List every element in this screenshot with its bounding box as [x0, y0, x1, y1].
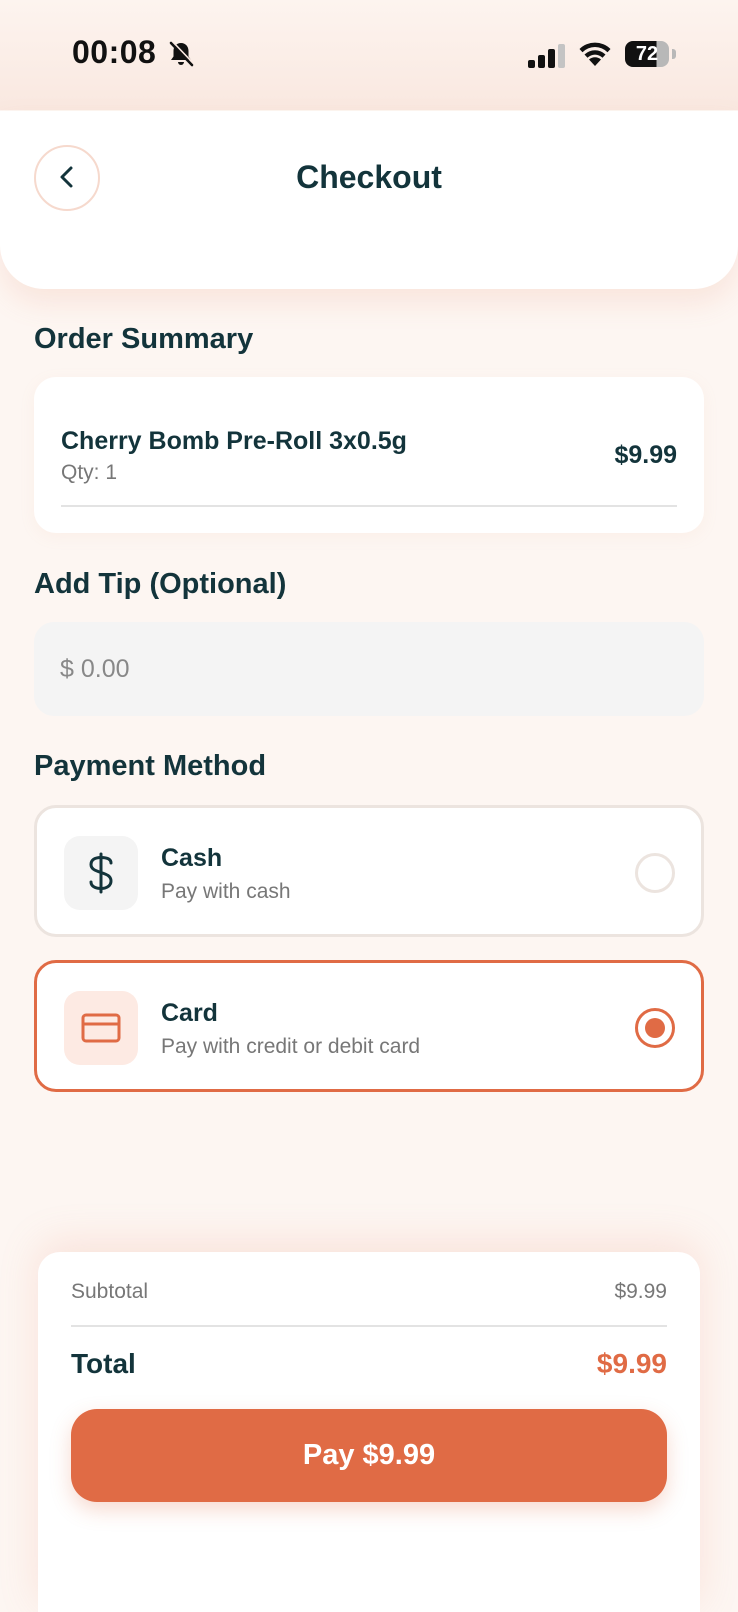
- order-total-panel: Subtotal $9.99 Total $9.99 Pay $9.99: [38, 1252, 700, 1612]
- page-title: Checkout: [296, 159, 442, 195]
- credit-card-icon: [64, 991, 138, 1065]
- subtotal-value: $9.99: [614, 1280, 667, 1303]
- order-item-card: Cherry Bomb Pre-Roll 3x0.5g Qty: 1 $9.99: [34, 377, 704, 533]
- item-price: $9.99: [614, 441, 677, 469]
- radio-dot: [645, 1018, 665, 1038]
- payment-option-description: Pay with cash: [161, 880, 291, 903]
- wifi-icon: [578, 40, 612, 71]
- order-summary-heading: Order Summary: [34, 323, 254, 355]
- radio-cash[interactable]: [635, 853, 675, 893]
- tip-heading: Add Tip (Optional): [34, 568, 287, 600]
- item-name: Cherry Bomb Pre-Roll 3x0.5g: [61, 427, 407, 455]
- tip-field[interactable]: [34, 622, 704, 716]
- status-time: 00:08: [72, 34, 157, 70]
- payment-option-cash[interactable]: Cash Pay with cash: [34, 805, 704, 937]
- battery-tip: [672, 49, 676, 59]
- bell-muted-icon: [168, 40, 195, 73]
- payment-option-card[interactable]: Card Pay with credit or debit card: [34, 960, 704, 1092]
- tip-input[interactable]: [60, 622, 660, 716]
- payment-option-name: Card: [161, 999, 218, 1027]
- total-value: $9.99: [596, 1348, 667, 1379]
- radio-card-selected[interactable]: [635, 1008, 675, 1048]
- cellular-signal-icon: [528, 44, 566, 73]
- divider: [71, 1325, 667, 1327]
- subtotal-label: Subtotal: [71, 1280, 149, 1303]
- item-quantity: Qty: 1: [61, 461, 118, 484]
- total-label: Total: [71, 1348, 136, 1379]
- header: Checkout: [0, 111, 738, 289]
- status-bar: 00:08 72: [0, 0, 738, 110]
- battery-icon: 72: [625, 41, 669, 67]
- payment-option-name: Cash: [161, 844, 223, 872]
- divider: [61, 505, 677, 507]
- pay-button[interactable]: Pay $9.99: [71, 1409, 667, 1502]
- dollar-icon: [64, 836, 138, 910]
- payment-option-description: Pay with credit or debit card: [161, 1035, 421, 1058]
- payment-method-heading: Payment Method: [34, 750, 267, 782]
